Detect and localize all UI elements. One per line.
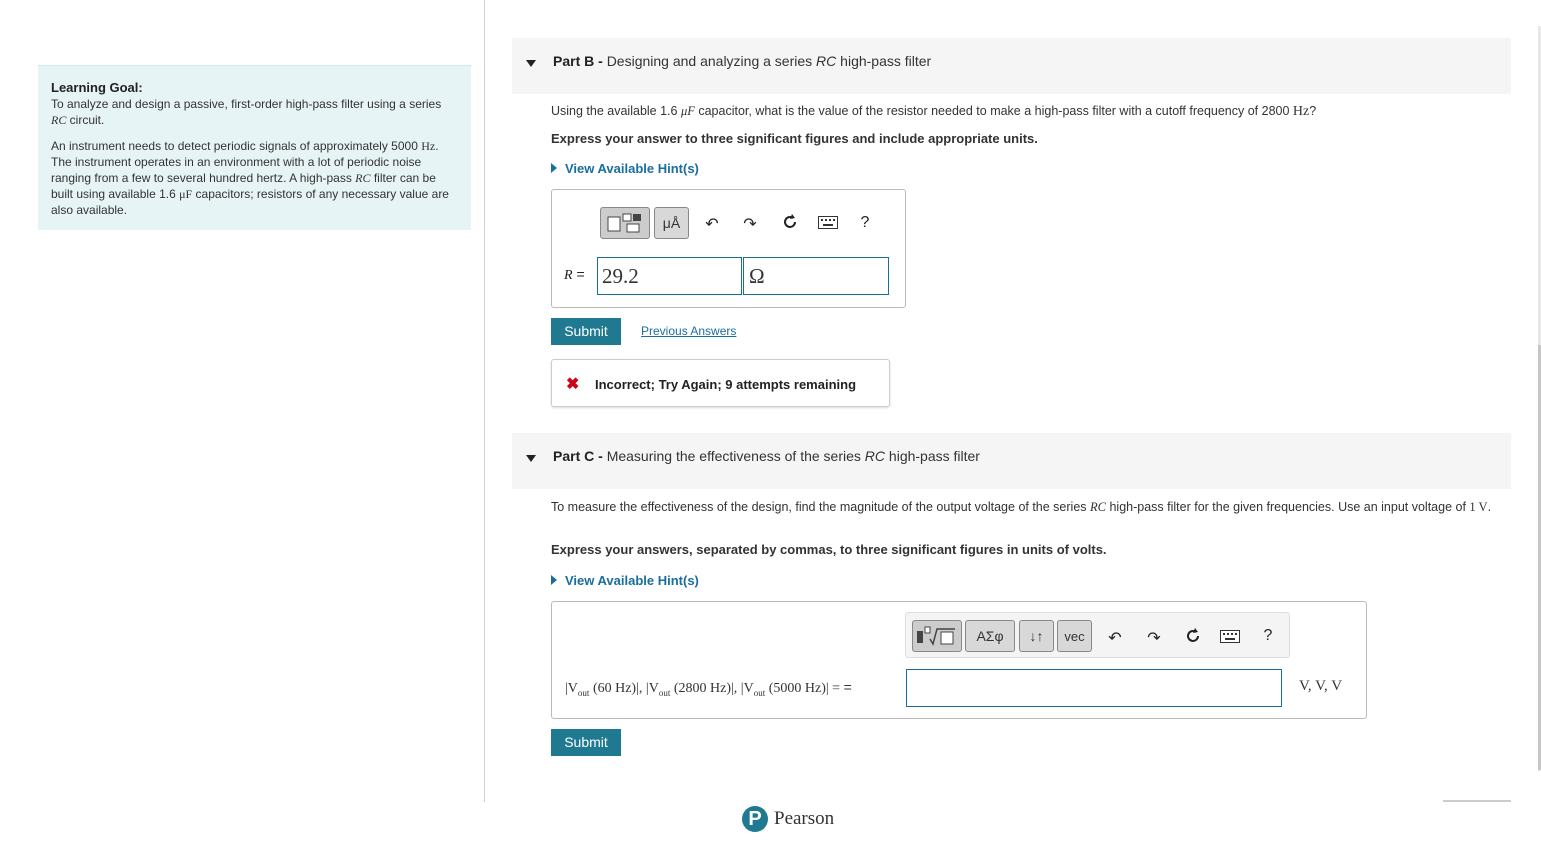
sqrt-template-button[interactable]: [912, 620, 962, 652]
undo-icon[interactable]: ↶: [1105, 628, 1125, 648]
answer-unit-input[interactable]: Ω: [743, 257, 889, 295]
part-b-answer-box: μÅ ↶ ↷ ? R = 29.2 Ω: [551, 189, 906, 308]
expand-arrow-icon: [551, 575, 557, 585]
collapse-triangle-icon[interactable]: [526, 60, 536, 67]
sqrt-template-icon: [917, 626, 955, 646]
learning-goal-text: To analyze and design a passive, first-o…: [51, 97, 442, 127]
undo-icon[interactable]: ↶: [702, 214, 722, 234]
feedback-text: Incorrect; Try Again; 9 attempts remaini…: [595, 377, 857, 392]
help-icon[interactable]: ?: [857, 214, 873, 232]
learning-goal-panel: Learning Goal: To analyze and design a p…: [38, 65, 471, 230]
part-b-question: Using the available 1.6 μF capacitor, wh…: [551, 104, 1317, 119]
help-icon[interactable]: ?: [1260, 627, 1276, 645]
previous-answers-link[interactable]: Previous Answers: [641, 324, 736, 338]
pearson-brand-text: Pearson: [774, 808, 835, 829]
part-c-submit-button[interactable]: Submit: [551, 729, 621, 756]
part-c-title: Part C - Measuring the effectiveness of …: [553, 448, 980, 464]
learning-goal-description: An instrument needs to detect periodic s…: [51, 139, 449, 217]
part-c-question: To measure the effectiveness of the desi…: [551, 500, 1492, 514]
part-c-answer-label: |Vout (60 Hz)|, |Vout (2800 Hz)|, |Vout …: [565, 679, 852, 698]
learning-goal-heading: Learning Goal:: [51, 80, 143, 95]
sort-button[interactable]: ↓↑: [1019, 620, 1054, 652]
part-b-submit-button[interactable]: Submit: [551, 318, 621, 345]
templates-button[interactable]: [600, 207, 650, 239]
part-c-header[interactable]: Part C - Measuring the effectiveness of …: [512, 433, 1511, 489]
greek-button[interactable]: ΑΣφ: [965, 620, 1015, 652]
part-b-hint-link[interactable]: View Available Hint(s): [551, 161, 699, 176]
units-button[interactable]: μÅ: [654, 207, 689, 239]
incorrect-x-icon: ✖: [566, 376, 580, 393]
expand-arrow-icon: [551, 163, 557, 173]
part-c-units: V, V, V: [1299, 678, 1343, 694]
redo-icon[interactable]: ↷: [1144, 628, 1164, 648]
keyboard-icon[interactable]: [817, 216, 839, 234]
panel-divider: [484, 0, 485, 802]
collapse-triangle-icon[interactable]: [526, 455, 536, 462]
vector-button[interactable]: vec: [1057, 620, 1092, 652]
part-c-answer-input[interactable]: [906, 669, 1282, 707]
part-c-answer-box: ΑΣφ ↓↑ vec ↶ ↷ ? |Vout (60 Hz)|, |Vout (…: [551, 601, 1367, 719]
reset-icon[interactable]: [780, 213, 800, 236]
feedback-message: ✖ Incorrect; Try Again; 9 attempts remai…: [551, 359, 890, 407]
part-b-header[interactable]: Part B - Designing and analyzing a serie…: [512, 38, 1511, 94]
answer-value-input[interactable]: 29.2: [597, 257, 742, 295]
reset-icon[interactable]: [1183, 627, 1203, 650]
template-grid-icon: [607, 213, 641, 233]
part-b-title: Part B - Designing and analyzing a serie…: [553, 53, 932, 69]
pearson-p-icon: P: [742, 806, 768, 832]
redo-icon[interactable]: ↷: [740, 214, 760, 234]
answer-label: R =: [564, 266, 585, 283]
part-c-hint-link[interactable]: View Available Hint(s): [551, 573, 699, 588]
part-c-instruction: Express your answers, separated by comma…: [551, 542, 1107, 557]
math-toolbar: ΑΣφ ↓↑ vec ↶ ↷ ?: [905, 612, 1290, 658]
keyboard-icon[interactable]: [1219, 630, 1241, 648]
part-b-instruction: Express your answer to three significant…: [551, 131, 1038, 146]
horizontal-scroll-hint: [1443, 800, 1511, 802]
